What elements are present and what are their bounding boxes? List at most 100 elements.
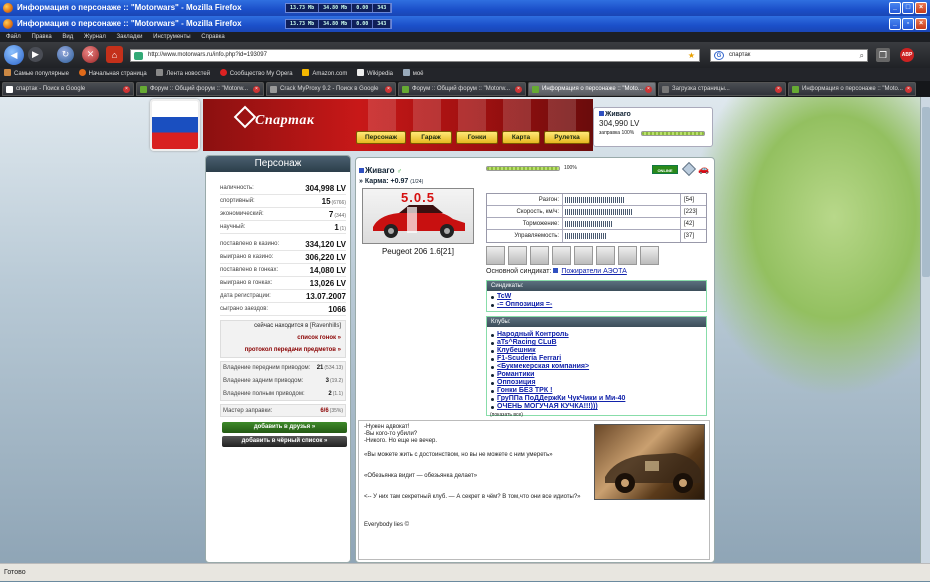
tab-close-icon[interactable]: × [905, 86, 912, 93]
bookmark-popular[interactable]: Самые популярные [4, 68, 69, 81]
add-blacklist-button[interactable]: добавить в чёрный список » [222, 436, 347, 447]
about-section: -Нужен адвокат! -Вы кого-то убили? -Никого… [358, 420, 710, 560]
url-field[interactable]: http://www.motorwars.ru/info.php?id=1930… [130, 49, 700, 62]
page-icon [402, 69, 410, 76]
minimize-icon[interactable]: _ [889, 18, 901, 30]
menu-view[interactable]: Вид [62, 34, 73, 40]
stop-icon[interactable]: ✕ [82, 46, 99, 63]
location-group: сейчас находится в [Ravenhills] список г… [220, 320, 346, 358]
menu-help[interactable]: Справка [201, 34, 225, 40]
bookmark-label: Самые популярные [14, 71, 69, 77]
tab-character-info[interactable]: Информация о персонаже :: "Moto... × [788, 82, 916, 96]
user-nick[interactable]: Живаго [605, 111, 631, 118]
bookmark-opera[interactable]: Сообщество My Opera [219, 68, 293, 81]
menu-file[interactable]: Файл [6, 34, 21, 40]
about-line [364, 508, 704, 515]
club-item[interactable]: Народный Контроль [487, 331, 706, 339]
club-item[interactable]: Гонки БЕЗ ТРК ! [487, 387, 706, 395]
tab-google-search[interactable]: спартак - Поиск в Google × [2, 82, 134, 96]
part-suspension-icon[interactable] [486, 246, 505, 265]
club-item[interactable]: Оппозиция [487, 379, 706, 387]
tab-close-icon[interactable]: × [253, 86, 260, 93]
skill-front-drive: Владение передним приводом: 21(534.13) [223, 362, 343, 374]
tab-close-icon[interactable]: × [645, 86, 652, 93]
bookmark-news[interactable]: Лента новостей [156, 68, 210, 81]
location-value[interactable]: [Ravenhills] [310, 323, 341, 329]
restore-icon[interactable]: ▫ [902, 18, 914, 30]
page-scrollbar[interactable] [920, 97, 930, 563]
club-item[interactable]: <Букмекерская компания> [487, 363, 706, 371]
nav-garage-button[interactable]: Гараж [410, 131, 452, 144]
club-item[interactable]: F1-Scuderia Ferrari [487, 355, 706, 363]
tab-close-icon[interactable]: × [515, 86, 522, 93]
show-all-clubs-link[interactable]: (показать все) [487, 412, 706, 418]
club-item[interactable]: Романтики [487, 371, 706, 379]
bookmarks-toolbar: Самые популярные Начальная страница Лент… [0, 68, 930, 81]
forward-icon[interactable]: ▶ [28, 47, 43, 62]
part-turbo-icon[interactable] [640, 246, 659, 265]
tab-character-info-active[interactable]: Информация о персонаже :: "Moto... × [528, 82, 656, 96]
maximize-icon[interactable]: □ [902, 2, 914, 14]
bookmark-mine[interactable]: моё [402, 68, 424, 81]
tab-close-icon[interactable]: × [775, 86, 782, 93]
nav-races-button[interactable]: Гонки [456, 131, 498, 144]
part-wheel-icon[interactable] [618, 246, 637, 265]
bookmark-wikipedia[interactable]: Wikipedia [357, 68, 393, 81]
syndicate-link[interactable]: Пожиратели АЭОТА [561, 268, 627, 275]
menu-tools[interactable]: Инструменты [153, 34, 190, 40]
search-input[interactable]: G спартак ⌕ [710, 49, 868, 62]
window-controls: _ □ × [888, 2, 927, 14]
menu-history[interactable]: Журнал [84, 34, 106, 40]
part-filter-icon[interactable] [574, 246, 593, 265]
car-name[interactable]: Peugeot 206 1.6[21] [362, 247, 474, 256]
stat-label: экономический: [220, 211, 264, 217]
bookmark-icon [4, 69, 11, 76]
diamond-icon[interactable] [681, 161, 697, 177]
part-pipe-icon[interactable] [552, 246, 571, 265]
tab-close-icon[interactable]: × [385, 86, 392, 93]
part-engine-icon[interactable] [530, 246, 549, 265]
reload-icon[interactable]: ↻ [57, 46, 74, 63]
nav-character-button[interactable]: Персонаж [356, 131, 406, 144]
close-icon[interactable]: × [915, 18, 927, 30]
google-icon[interactable]: G [714, 51, 724, 60]
menu-bookmarks[interactable]: Закладки [117, 34, 143, 40]
add-friend-button[interactable]: добавить в друзья » [222, 422, 347, 433]
club-item[interactable]: Клубешник [487, 347, 706, 355]
close-icon[interactable]: × [915, 2, 927, 14]
car-icon[interactable]: 🚗 [698, 164, 709, 175]
car-image[interactable]: 5.0.5 [362, 188, 474, 244]
bookmark-label: Amazon.com [312, 71, 348, 77]
scrollbar-thumb[interactable] [922, 107, 930, 277]
club-item[interactable]: ОЧЕНЬ МОГУЧАЯ КУЧКА!!!))) [487, 403, 706, 411]
search-icon[interactable]: ⌕ [860, 50, 864, 61]
club-item[interactable]: ГруППа ПоДДержКи ЧукЧики и Ми-40 [487, 395, 706, 403]
nav-roulette-button[interactable]: Рулетка [544, 131, 590, 144]
menu-edit[interactable]: Правка [31, 34, 51, 40]
nav-map-button[interactable]: Карта [502, 131, 540, 144]
race-list-link[interactable]: список гонок » [297, 335, 341, 341]
part-exhaust-icon[interactable] [508, 246, 527, 265]
bookmark-start-page[interactable]: Начальная страница [78, 68, 147, 81]
minimize-icon[interactable]: _ [889, 2, 901, 14]
stat-value: 7 [328, 210, 334, 219]
character-sidebar: Персонаж наличность: 304,998 LV спортивны… [205, 155, 351, 563]
profile-nick[interactable]: Живаго [365, 166, 395, 175]
syndicate-item[interactable]: TcW [487, 293, 706, 301]
bookmark-amazon[interactable]: Amazon.com [302, 68, 347, 81]
tab-forum-2[interactable]: Форум :: Общий форум :: "Motorw... × [398, 82, 526, 96]
tab-loading[interactable]: Загрузка страницы... × [658, 82, 786, 96]
windows-icon[interactable]: ❐ [876, 48, 890, 62]
russian-flag [150, 99, 200, 151]
adblock-icon[interactable]: ABP [900, 48, 914, 62]
part-gear-icon[interactable] [596, 246, 615, 265]
tab-close-icon[interactable]: × [123, 86, 130, 93]
back-icon[interactable]: ◀ [4, 45, 24, 65]
home-icon[interactable]: ⌂ [106, 46, 123, 63]
bookmark-star-icon[interactable]: ★ [688, 50, 695, 61]
syndicate-item[interactable]: -= Оппозиция =- [487, 301, 706, 309]
transfer-protocol-link[interactable]: протокол передачи предметов » [245, 347, 341, 353]
club-item[interactable]: aTs^Racing CLuB [487, 339, 706, 347]
tab-crack-search[interactable]: Crack MyProxy 9.2 - Поиск в Google × [266, 82, 396, 96]
tab-forum-1[interactable]: Форум :: Общий форум :: "Motorw... × [136, 82, 264, 96]
